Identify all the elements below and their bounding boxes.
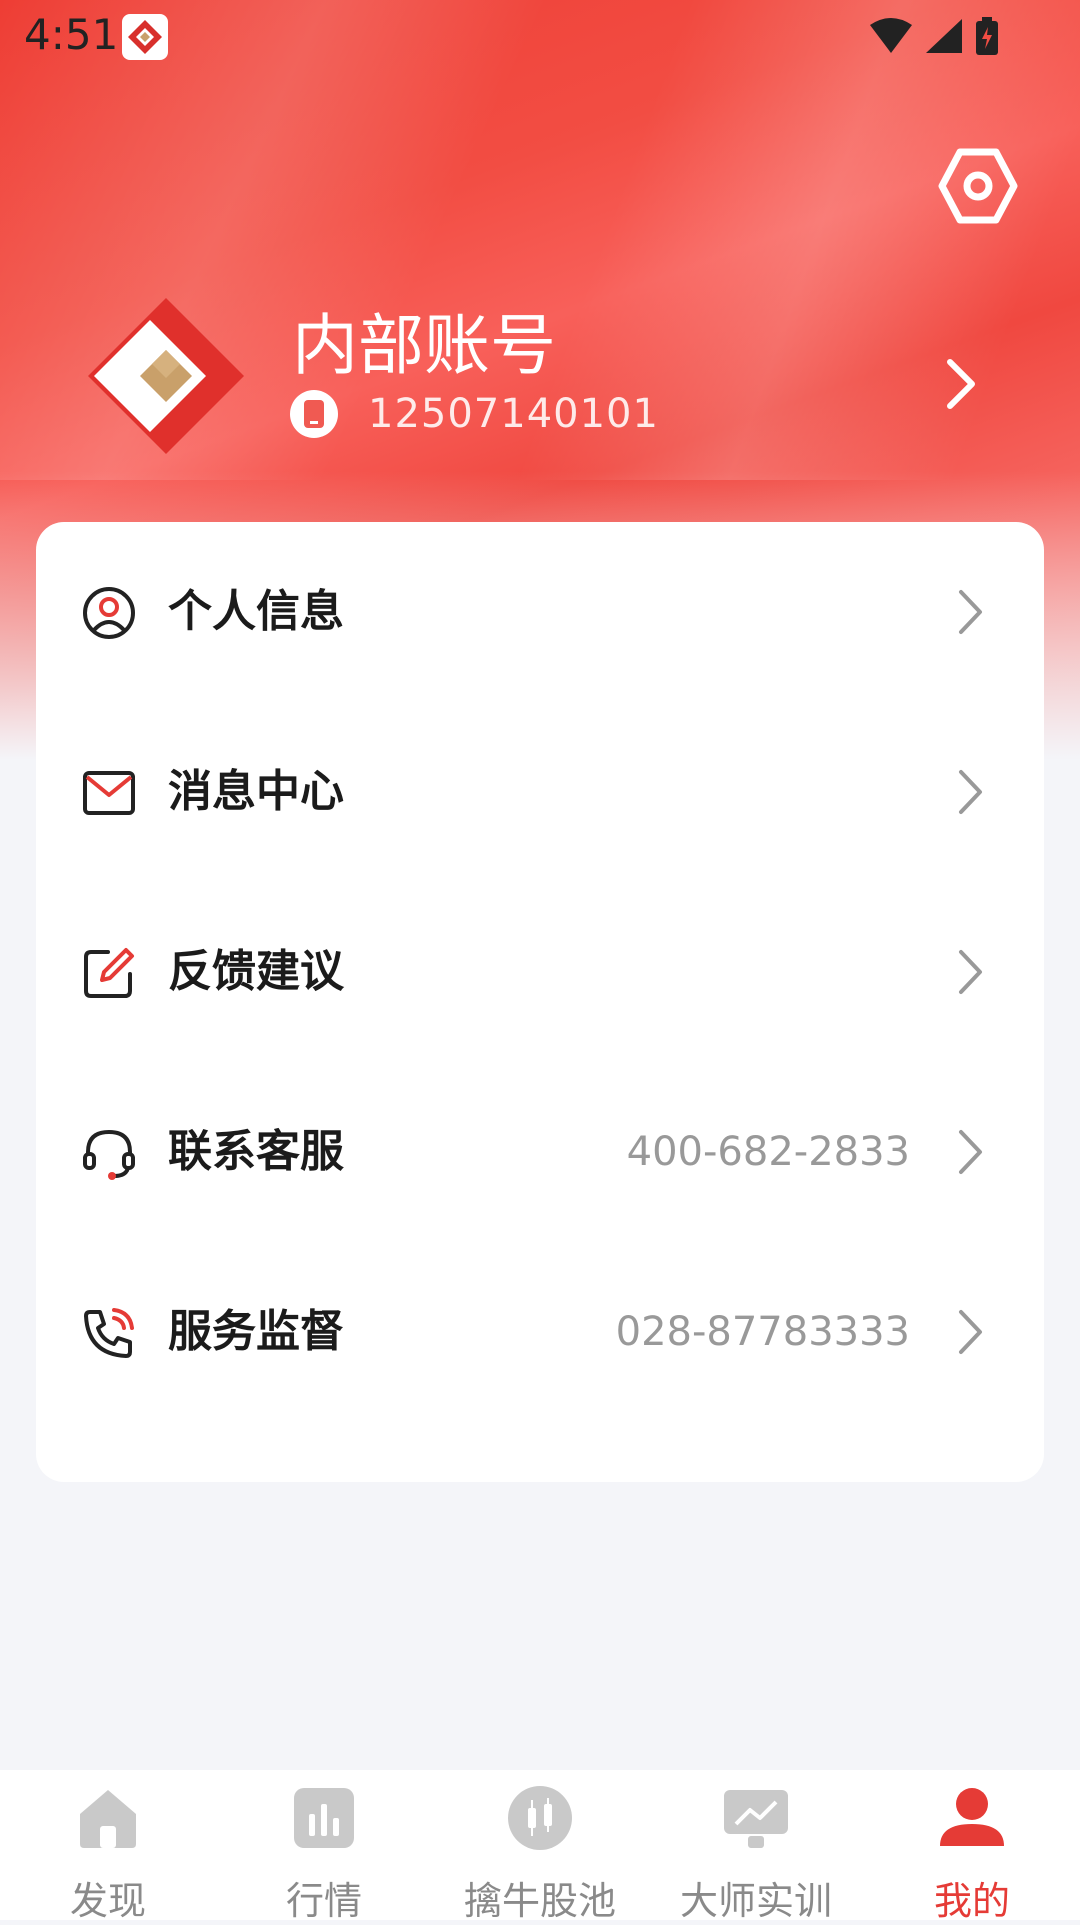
home-icon [80,1790,136,1848]
menu-item-feedback[interactable]: 反馈建议 [36,882,1044,1062]
status-time: 4:51 [24,10,119,59]
chevron-right-icon [959,950,982,994]
headset-icon [83,1129,135,1180]
status-icons [868,14,1000,58]
phone-row: 12507140101 [290,388,659,440]
avatar[interactable] [80,290,252,462]
tab-label: 我的 [933,1879,1010,1923]
settings-hexagon-icon [938,148,1018,224]
phone-badge-icon [290,390,338,438]
tab-market[interactable]: 行情 [216,1770,432,1923]
tab-mine[interactable]: 我的 [864,1770,1080,1923]
tab-label: 擒牛股池 [463,1879,616,1923]
app-logo-icon [122,14,168,60]
account-name[interactable]: 内部账号 [292,292,556,388]
chevron-right-icon [959,1310,982,1354]
tab-discover[interactable]: 发现 [0,1770,216,1923]
status-bar: 4:51 [0,0,1080,72]
tab-label: 大师实训 [679,1879,832,1923]
user-circle-icon [83,587,135,639]
menu-item-label: 消息中心 [168,766,344,817]
menu-card: 个人信息 消息中心 反馈建议 联系客服 400-682-2833 服务监督 02… [36,522,1044,1482]
tab-stock-pool[interactable]: 擒牛股池 [432,1770,648,1923]
tab-label: 发现 [69,1879,146,1923]
bottom-tab-bar: 发现 行情 擒牛股池 大师实训 我的 [0,1770,1080,1923]
menu-item-customer-service[interactable]: 联系客服 400-682-2833 [36,1062,1044,1242]
menu-item-label: 反馈建议 [168,946,344,997]
phone-call-icon [84,1308,134,1358]
menu-item-personal-info[interactable]: 个人信息 [36,522,1044,702]
menu-item-service-supervision[interactable]: 服务监督 028-87783333 [36,1242,1044,1422]
chevron-right-icon [959,590,982,634]
wifi-icon [870,18,912,53]
brand-logo-icon [88,298,244,454]
chevron-right-icon [959,770,982,814]
settings-button[interactable] [936,144,1020,228]
tab-master-training[interactable]: 大师实训 [648,1770,864,1923]
battery-charging-icon [976,17,998,55]
edit-icon [84,948,134,998]
menu-item-label: 个人信息 [168,586,344,637]
customer-service-phone: 400-682-2833 [626,1129,910,1175]
candlestick-icon [508,1786,572,1850]
chevron-right-icon [959,1130,982,1174]
profile-detail-button[interactable] [940,356,980,412]
menu-item-message-center[interactable]: 消息中心 [36,702,1044,882]
chevron-right-icon [947,359,975,409]
menu-item-label: 联系客服 [168,1126,344,1177]
menu-item-label: 服务监督 [168,1306,344,1357]
service-supervision-phone: 028-87783333 [615,1309,910,1355]
phone-number: 12507140101 [368,391,659,437]
person-icon [940,1788,1004,1846]
bar-chart-icon [294,1788,354,1848]
presentation-icon [724,1790,788,1848]
tab-label: 行情 [285,1879,362,1923]
mail-icon [83,771,135,815]
signal-icon [926,19,962,53]
